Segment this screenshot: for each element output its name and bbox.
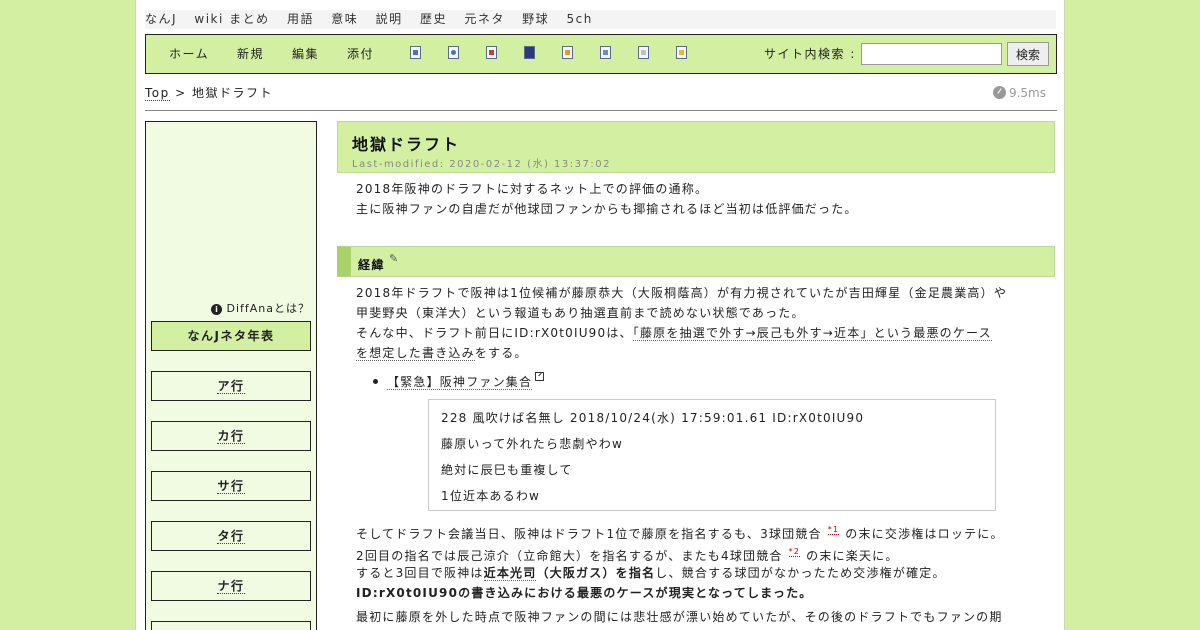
breadcrumb-top-link[interactable]: Top: [145, 86, 170, 101]
quote-line-3: 絶対に辰巳も重複して: [441, 463, 573, 477]
breadcrumb-current: 地獄ドラフト: [191, 86, 273, 100]
sidebar-item-label: ア行: [217, 379, 245, 394]
sidebar-item-na-gyo[interactable]: ナ行: [151, 571, 311, 601]
diffana-link[interactable]: i DiffAnaとは？: [211, 300, 310, 316]
toolbar: ホーム 新規 編集 添付 サイト内検索 : 検索: [145, 34, 1057, 74]
sidebar-item-label: カ行: [217, 429, 245, 444]
section-title: 経緯: [358, 258, 386, 272]
p1-line-4-text: をする。: [474, 346, 528, 360]
page: なんJ wiki まとめ 用語 意味 説明 歴史 元ネタ 野球 5ch ホーム …: [135, 0, 1065, 630]
tag-bar: なんJ wiki まとめ 用語 意味 説明 歴史 元ネタ 野球 5ch: [145, 10, 1056, 29]
tag-wiki-matome[interactable]: wiki まとめ: [194, 12, 269, 26]
p1-line-4: を想定した書き込みをする。: [356, 343, 528, 363]
lock-icon[interactable]: [562, 46, 573, 59]
search-button[interactable]: 検索: [1007, 42, 1049, 66]
p2-line-3-tail: し、競合する球団がなかったため交渉権が確定。: [655, 566, 946, 580]
p1-line-3-text: そんな中、ドラフト前日にID:rX0t0IU90は、: [356, 326, 633, 340]
search-label: サイト内検索 :: [764, 47, 856, 61]
p2-line-3: すると3回目で阪神は近本光司（大阪ガス）を指名し、競合する球団がなかったため交渉…: [356, 563, 946, 583]
edit-pencil-icon[interactable]: ✎: [389, 252, 398, 265]
gauge-icon: [992, 86, 1006, 99]
sidebar-item-label: なんJネタ年表: [187, 329, 275, 343]
page-title: 地獄ドラフト: [352, 135, 461, 154]
render-time: 9.5ms: [992, 86, 1046, 100]
last-modified: Last-modified: 2020-02-12 (水) 13:37:02: [352, 159, 611, 170]
tag-5ch[interactable]: 5ch: [567, 12, 593, 26]
sidebar-item-ta-gyo[interactable]: タ行: [151, 521, 311, 551]
search-page-icon[interactable]: [448, 46, 459, 59]
p2-line-4: ID:rX0t0IU90の書き込みにおける最悪のケースが現実となってしまった。: [356, 586, 813, 600]
tag-nanj[interactable]: なんJ: [145, 12, 177, 26]
thread-link[interactable]: 【緊急】阪神ファン集合: [387, 375, 533, 390]
info-icon: i: [211, 304, 223, 315]
diff-icon[interactable]: [486, 46, 497, 59]
tag-imi[interactable]: 意味: [331, 12, 358, 26]
quote-line-4: 1位近本あるわw: [441, 489, 541, 503]
sidebar-item-next[interactable]: [151, 621, 311, 630]
sidebar-item-nenpyo[interactable]: なんJネタ年表: [151, 321, 311, 351]
section-heading: 経緯 ✎: [337, 246, 1055, 277]
external-link-icon[interactable]: [535, 372, 545, 381]
search-input[interactable]: [861, 43, 1002, 65]
new-link[interactable]: 新規: [237, 45, 264, 62]
sidebar-item-a-gyo[interactable]: ア行: [151, 371, 311, 401]
quote-line-2: 藤原いって外れたら悲劇やわw: [441, 437, 624, 451]
edit-link[interactable]: 編集: [292, 45, 319, 62]
p3-line-1: 最初に藤原を外した時点で阪神ファンの間には悲壮感が漂い始めていたが、その後のドラ…: [356, 610, 1003, 624]
breadcrumb-separator: >: [175, 86, 187, 100]
help-icon[interactable]: [676, 46, 687, 59]
quote-block: 228 風吹けば名無し 2018/10/24(水) 17:59:01.61 ID…: [428, 399, 996, 511]
intro-line-2: 主に阪神ファンの自虐だが他球団ファンからも揶揄されるほど当初は低評価だった。: [356, 202, 858, 216]
list-icon[interactable]: [638, 46, 649, 59]
quote-line-1: 228 風吹けば名無し 2018/10/24(水) 17:59:01.61 ID…: [441, 411, 865, 425]
sidebar-item-ka-gyo[interactable]: カ行: [151, 421, 311, 451]
p2-line-1-text: そしてドラフト会議当日、阪神はドラフト1位で藤原を指名するも、3球団競合: [356, 527, 822, 541]
divider: [145, 110, 1057, 111]
diffana-label: DiffAnaとは？: [226, 302, 310, 315]
chikamoto-link[interactable]: 近本光司: [483, 566, 537, 581]
p2-line-3-bold: （大阪ガス）を指名: [536, 566, 656, 580]
list-item: 【緊急】阪神ファン集合: [373, 372, 545, 390]
sidebar-item-label: サ行: [217, 479, 245, 494]
tag-setsumei[interactable]: 説明: [376, 12, 403, 26]
sidebar-item-label: タ行: [217, 529, 245, 544]
p1-line-3: そんな中、ドラフト前日にID:rX0t0IU90は、「藤原を抽選で外す→辰己も外…: [356, 323, 992, 343]
home-link[interactable]: ホーム: [169, 45, 209, 62]
tag-motoneta[interactable]: 元ネタ: [464, 12, 505, 26]
attach-link[interactable]: 添付: [347, 45, 374, 62]
tag-rekishi[interactable]: 歴史: [420, 12, 447, 26]
sidebar-item-label: ナ行: [217, 579, 245, 594]
footnote-1-link[interactable]: *1: [827, 525, 840, 535]
sidebar: i DiffAnaとは？ なんJネタ年表 ア行 カ行 サ行 タ行 ナ行: [145, 121, 317, 630]
p1-line-1: 2018年ドラフトで阪神は1位候補が藤原恭大（大阪桐蔭高）が有力視されていたが吉…: [356, 286, 1008, 300]
p2-line-2-text: 2回目の指名では辰己涼介（立命館大）を指名するが、またも4球団競合: [356, 549, 783, 563]
p2-line-1-tail: の末に交渉権はロッテに。: [845, 527, 1004, 541]
new-page-icon[interactable]: [410, 46, 421, 59]
main-content: 地獄ドラフト Last-modified: 2020-02-12 (水) 13:…: [337, 121, 1057, 630]
worst-case-link[interactable]: 「藤原を抽選で外す→辰己も外す→近本」という最悪のケース: [632, 326, 992, 341]
bullet-dot: [373, 379, 378, 384]
p2-line-3-text: すると3回目で阪神は: [356, 566, 484, 580]
tag-yakyu[interactable]: 野球: [522, 12, 549, 26]
p1-line-2: 甲斐野央（東洋大）という報道もあり抽選直前まで読めない状態であった。: [356, 306, 805, 320]
footnote-2-link[interactable]: *2: [788, 547, 801, 557]
copy-icon[interactable]: [600, 46, 611, 59]
post-link[interactable]: を想定した書き込み: [356, 346, 475, 361]
breadcrumb: Top > 地獄ドラフト: [145, 84, 273, 101]
p2-line-1: そしてドラフト会議当日、阪神はドラフト1位で藤原を指名するも、3球団競合 *1 の末…: [356, 520, 1004, 544]
sidebar-item-sa-gyo[interactable]: サ行: [151, 471, 311, 501]
save-icon[interactable]: [524, 46, 535, 59]
p2-line-2-tail: の末に楽天に。: [806, 549, 899, 563]
title-box: 地獄ドラフト Last-modified: 2020-02-12 (水) 13:…: [337, 121, 1055, 173]
intro-line-1: 2018年阪神のドラフトに対するネット上での評価の通称。: [356, 182, 709, 196]
tag-yougo[interactable]: 用語: [287, 12, 314, 26]
render-time-value: 9.5ms: [1008, 86, 1046, 100]
